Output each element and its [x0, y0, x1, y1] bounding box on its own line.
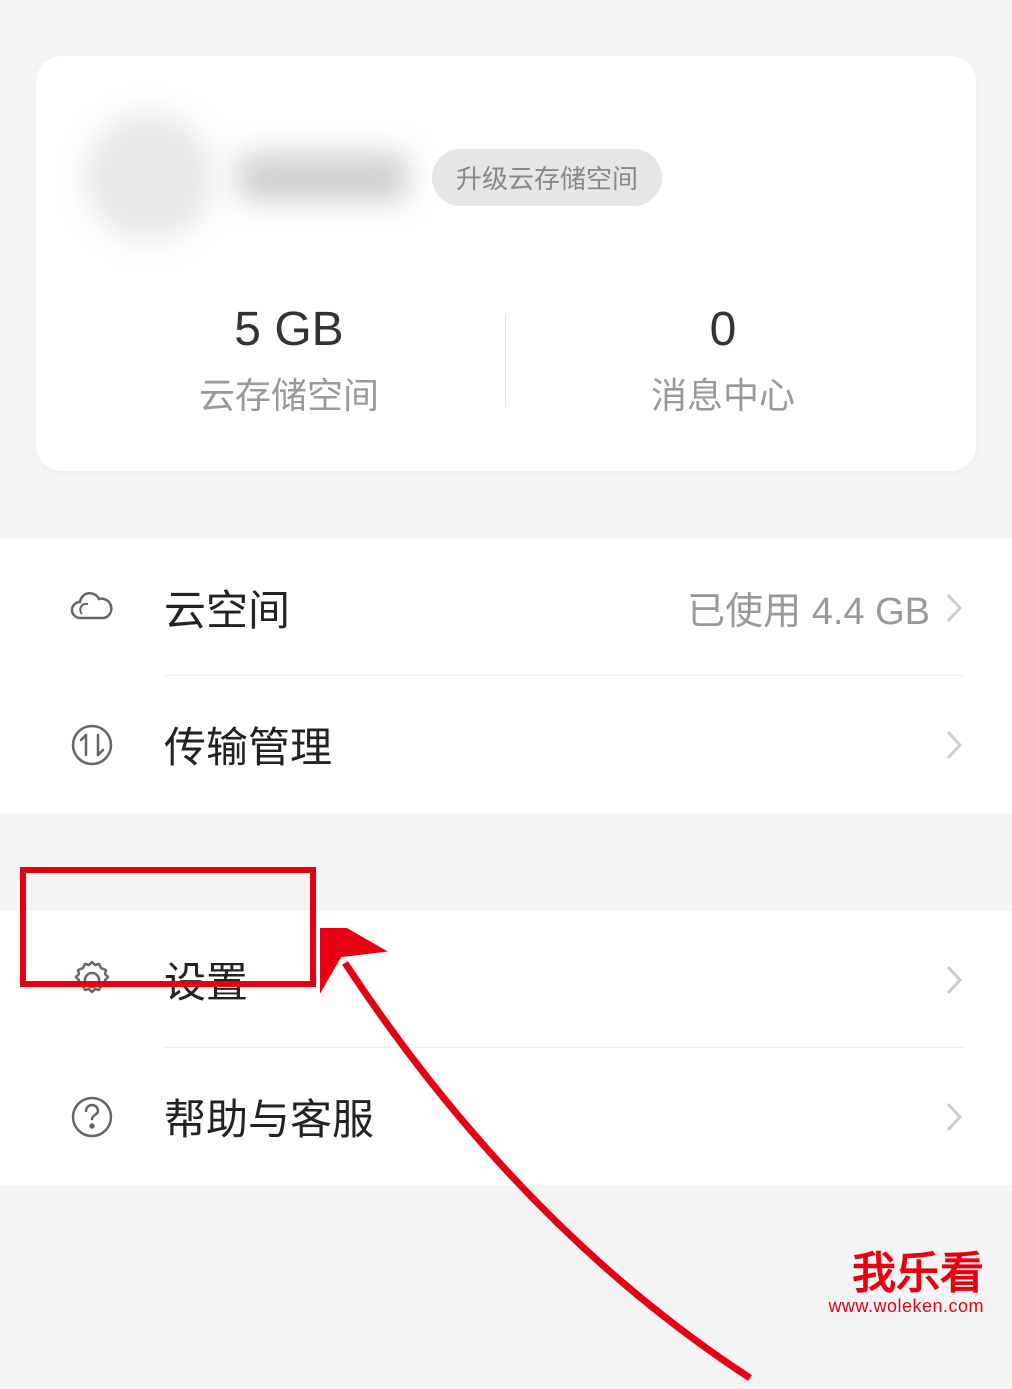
menu-label-transfer: 传输管理 [164, 714, 944, 775]
chevron-right-icon [944, 728, 964, 762]
stat-storage[interactable]: 5 GB 云存储空间 [72, 302, 506, 419]
menu-section-2: 设置 帮助与客服 [0, 911, 1012, 1185]
stat-storage-value: 5 GB [72, 302, 506, 357]
chevron-right-icon [944, 1100, 964, 1134]
menu-value-cloud-usage: 已使用 4.4 GB [687, 580, 930, 635]
chevron-right-icon [944, 591, 964, 625]
menu-item-help[interactable]: 帮助与客服 [0, 1048, 1012, 1185]
menu-label-cloud: 云空间 [164, 577, 687, 638]
avatar[interactable] [84, 112, 214, 242]
chevron-right-icon [944, 963, 964, 997]
section-divider [0, 813, 1012, 843]
upgrade-storage-badge[interactable]: 升级云存储空间 [432, 149, 662, 206]
transfer-icon [64, 717, 120, 773]
watermark-url: www.woleken.com [828, 1296, 984, 1317]
stat-messages-label: 消息中心 [506, 367, 940, 419]
help-icon [64, 1089, 120, 1145]
stat-storage-label: 云存储空间 [72, 367, 506, 419]
watermark-text: 我乐看 [828, 1252, 984, 1296]
watermark: 我乐看 www.woleken.com [828, 1252, 984, 1317]
cloud-icon [64, 580, 120, 636]
menu-label-help: 帮助与客服 [164, 1086, 944, 1147]
menu-item-transfer[interactable]: 传输管理 [0, 676, 1012, 813]
profile-card: 升级云存储空间 5 GB 云存储空间 0 消息中心 [36, 56, 976, 471]
stat-messages-value: 0 [506, 302, 940, 357]
profile-header: 升级云存储空间 [72, 92, 940, 282]
stats-row: 5 GB 云存储空间 0 消息中心 [72, 282, 940, 419]
stat-messages[interactable]: 0 消息中心 [506, 302, 940, 419]
menu-item-cloud-space[interactable]: 云空间 已使用 4.4 GB [0, 539, 1012, 676]
menu-section-1: 云空间 已使用 4.4 GB 传输管理 [0, 539, 1012, 813]
menu-item-settings[interactable]: 设置 [0, 911, 1012, 1048]
username-blurred [238, 153, 408, 201]
menu-label-settings: 设置 [164, 949, 944, 1010]
gear-icon [64, 952, 120, 1008]
